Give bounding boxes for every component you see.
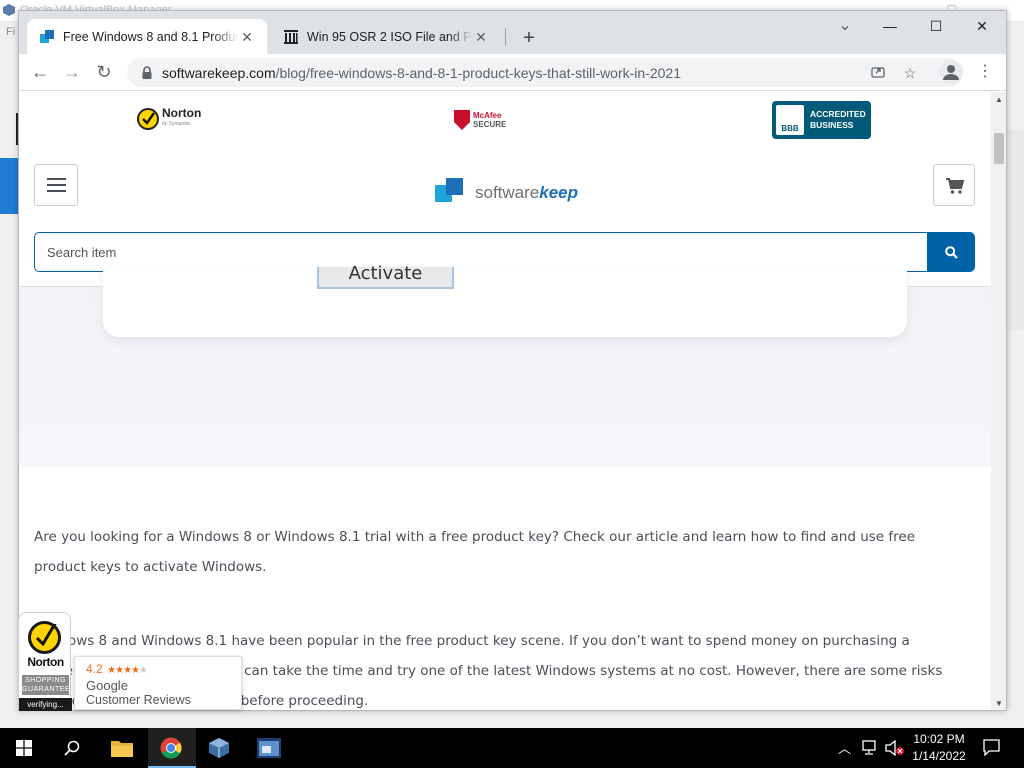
norton-name: Norton [162,106,202,120]
softwarekeep-logo-icon [435,178,465,207]
close-tab-icon[interactable]: ✕ [239,29,255,45]
search-icon [64,740,80,756]
softwarekeep-favicon [39,29,55,45]
taskbar-search-button[interactable] [48,728,96,768]
notifications-icon[interactable] [983,739,1000,756]
star-rating-icon: ★★★★★ [107,665,148,676]
clock-time: 10:02 PM [913,732,965,746]
start-button[interactable] [0,728,48,768]
clock-date: 1/14/2022 [912,749,966,763]
chrome-browser-window: Free Windows 8 and 8.1 Product Keys ✕ Wi… [18,10,1007,711]
chrome-menu-button[interactable]: ⋮ [977,58,993,86]
url-host: softwarekeep.com [162,64,276,81]
windows-logo-icon [16,740,32,756]
article-paragraph: Are you looking for a Windows 8 or Windo… [34,529,916,575]
softwarekeep-logo[interactable]: softwarekeep [435,178,578,207]
tab-strip: Free Windows 8 and 8.1 Product Keys ✕ Wi… [19,11,1006,54]
search-input[interactable] [35,233,927,271]
maximize-button[interactable]: ☐ [913,11,959,41]
seal-norton-name: Norton [27,655,64,669]
reload-button[interactable]: ↻ [90,58,118,86]
norton-badge[interactable]: Norton by Symantec [137,106,202,130]
virtualbox-icon [3,4,15,16]
virtualbox-icon [209,738,229,758]
browser-toolbar: ← → ↻ softwarekeep.com/blog/free-windows… [19,54,1006,91]
seal-shopping-guarantee: SHOPPING GUARANTEE [22,675,71,695]
show-hidden-icons-chevron-icon[interactable]: ︿ [838,738,851,757]
hero-image-band: Activate [19,265,991,467]
shopping-cart-icon [946,178,965,194]
forward-button[interactable]: → [58,58,86,86]
norton-shopping-guarantee-seal[interactable]: Norton SHOPPING GUARANTEE verifying... [18,612,72,711]
network-icon[interactable] [862,740,880,756]
tab-softwarekeep[interactable]: Free Windows 8 and 8.1 Product Keys ✕ [27,19,267,54]
close-window-button[interactable]: ✕ [959,11,1005,41]
review-provider: Google [86,678,128,693]
scroll-up-arrow-icon[interactable]: ▲ [995,95,1003,104]
new-tab-button[interactable]: + [515,24,543,52]
scroll-down-arrow-icon[interactable]: ▼ [995,699,1003,708]
bbb-line2: BUSINESS [810,120,854,130]
hamburger-icon [47,190,66,192]
folder-icon [111,741,133,757]
search-button[interactable] [927,233,974,271]
norton-check-icon [28,621,61,654]
seal-line2: GUARANTEE [22,686,71,693]
hero-screenshot-card: Activate [103,265,907,337]
system-clock[interactable]: 10:02 PM 1/14/2022 [900,731,978,765]
cart-button[interactable] [933,164,975,206]
tab-win95[interactable]: Win 95 OSR 2 ISO File and Product Key ✕ [271,19,501,54]
tab-title: Win 95 OSR 2 ISO File and Product Key [307,29,473,44]
command-prompt-icon [257,738,281,758]
mcafee-secure-badge[interactable]: McAfee SECURE [454,110,506,130]
chrome-taskbar-button[interactable] [148,728,196,768]
bookmark-star-icon[interactable]: ☆ [899,62,921,84]
mcafee-shield-icon [454,110,470,130]
seal-status: verifying... [19,698,72,711]
norton-check-icon [137,108,159,130]
hamburger-icon [47,178,66,180]
page-scrollbar[interactable]: ▲ ▼ [991,92,1006,710]
virtualbox-taskbar-button[interactable] [196,728,244,768]
back-button[interactable]: ← [26,58,54,86]
search-icon [945,246,958,259]
bbb-accredited-badge[interactable]: BBB ACCREDITED BUSINESS [772,101,871,139]
logo-text-suffix: keep [539,182,578,202]
activate-button-image: Activate [317,265,454,289]
archive-favicon [283,29,299,45]
seal-line1: SHOPPING [25,677,66,684]
mcafee-line2: SECURE [473,120,507,129]
review-rating: 4.2 [86,662,103,676]
bbb-logo: BBB [776,105,804,135]
tab-separator [505,28,506,46]
logo-text-prefix: software [475,182,540,202]
cmd-taskbar-button[interactable] [245,728,293,768]
bbb-line1: ACCREDITED [810,109,866,119]
tab-search-button[interactable]: ⌄ [822,11,868,41]
share-icon[interactable] [867,62,889,84]
address-bar[interactable]: softwarekeep.com/blog/free-windows-8-and… [127,58,963,87]
lock-icon[interactable] [141,65,153,80]
hamburger-icon [47,184,66,186]
chrome-icon [160,737,182,759]
background-selection [0,158,18,214]
norton-sub: by Symantec [162,121,191,127]
trust-badges-row: Norton by Symantec McAfee SECURE BBB ACC… [19,92,991,156]
hamburger-menu-button[interactable] [34,164,78,206]
windows-taskbar: ︿ 10:02 PM 1/14/2022 [0,728,1024,768]
background-menu-text: Fi [6,26,16,38]
page-viewport: Norton by Symantec McAfee SECURE BBB ACC… [19,92,991,710]
scrollbar-thumb[interactable] [994,133,1004,164]
minimize-button[interactable]: — [867,11,913,41]
google-customer-reviews-widget[interactable]: 4.2 ★★★★★ Google Customer Reviews [74,656,242,710]
url-path: /blog/free-windows-8-and-8-1-product-key… [275,64,681,81]
search-bar [34,232,975,272]
background-window-edge [1006,130,1024,330]
review-subtitle: Customer Reviews [86,693,191,707]
profile-avatar-icon[interactable] [939,60,963,84]
close-tab-icon[interactable]: ✕ [473,29,489,45]
tab-title: Free Windows 8 and 8.1 Product Keys [63,29,239,44]
file-explorer-taskbar-button[interactable] [98,728,146,768]
mcafee-line1: McAfee [473,111,502,120]
